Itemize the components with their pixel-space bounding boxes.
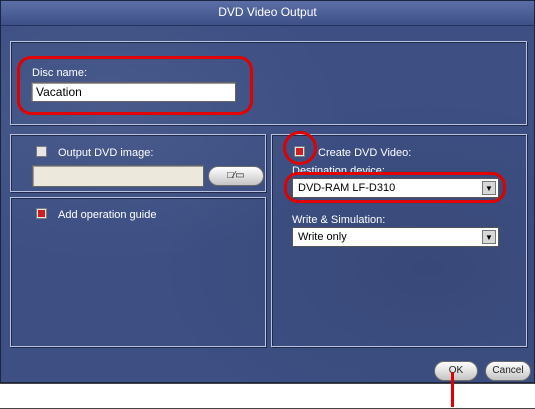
write-simulation-select[interactable]: Write only ▼ <box>292 227 499 247</box>
window-title: DVD Video Output <box>218 5 317 19</box>
browse-button[interactable]: □∕▭ <box>208 166 264 186</box>
chevron-down-icon[interactable]: ▼ <box>482 230 496 244</box>
create-video-checkbox-highlight <box>283 131 317 165</box>
output-image-label: Output DVD image: <box>58 147 154 159</box>
folder-file-icon: □∕▭ <box>227 170 245 181</box>
output-image-path-field[interactable] <box>32 165 204 187</box>
create-video-label: Create DVD Video: <box>318 147 412 159</box>
operation-guide-label: Add operation guide <box>58 209 157 221</box>
operation-guide-checkbox[interactable] <box>36 208 47 219</box>
output-image-checkbox[interactable] <box>36 146 47 157</box>
cancel-button[interactable]: Cancel <box>485 361 531 381</box>
ok-button[interactable]: OK <box>434 361 478 381</box>
title-bar[interactable]: DVD Video Output <box>1 1 534 26</box>
write-simulation-value: Write only <box>298 231 347 243</box>
status-bar <box>0 383 535 409</box>
destination-device-highlight <box>284 172 506 203</box>
disc-name-highlight <box>17 56 253 115</box>
ok-callout-line <box>451 372 454 407</box>
write-simulation-label: Write & Simulation: <box>292 214 386 226</box>
